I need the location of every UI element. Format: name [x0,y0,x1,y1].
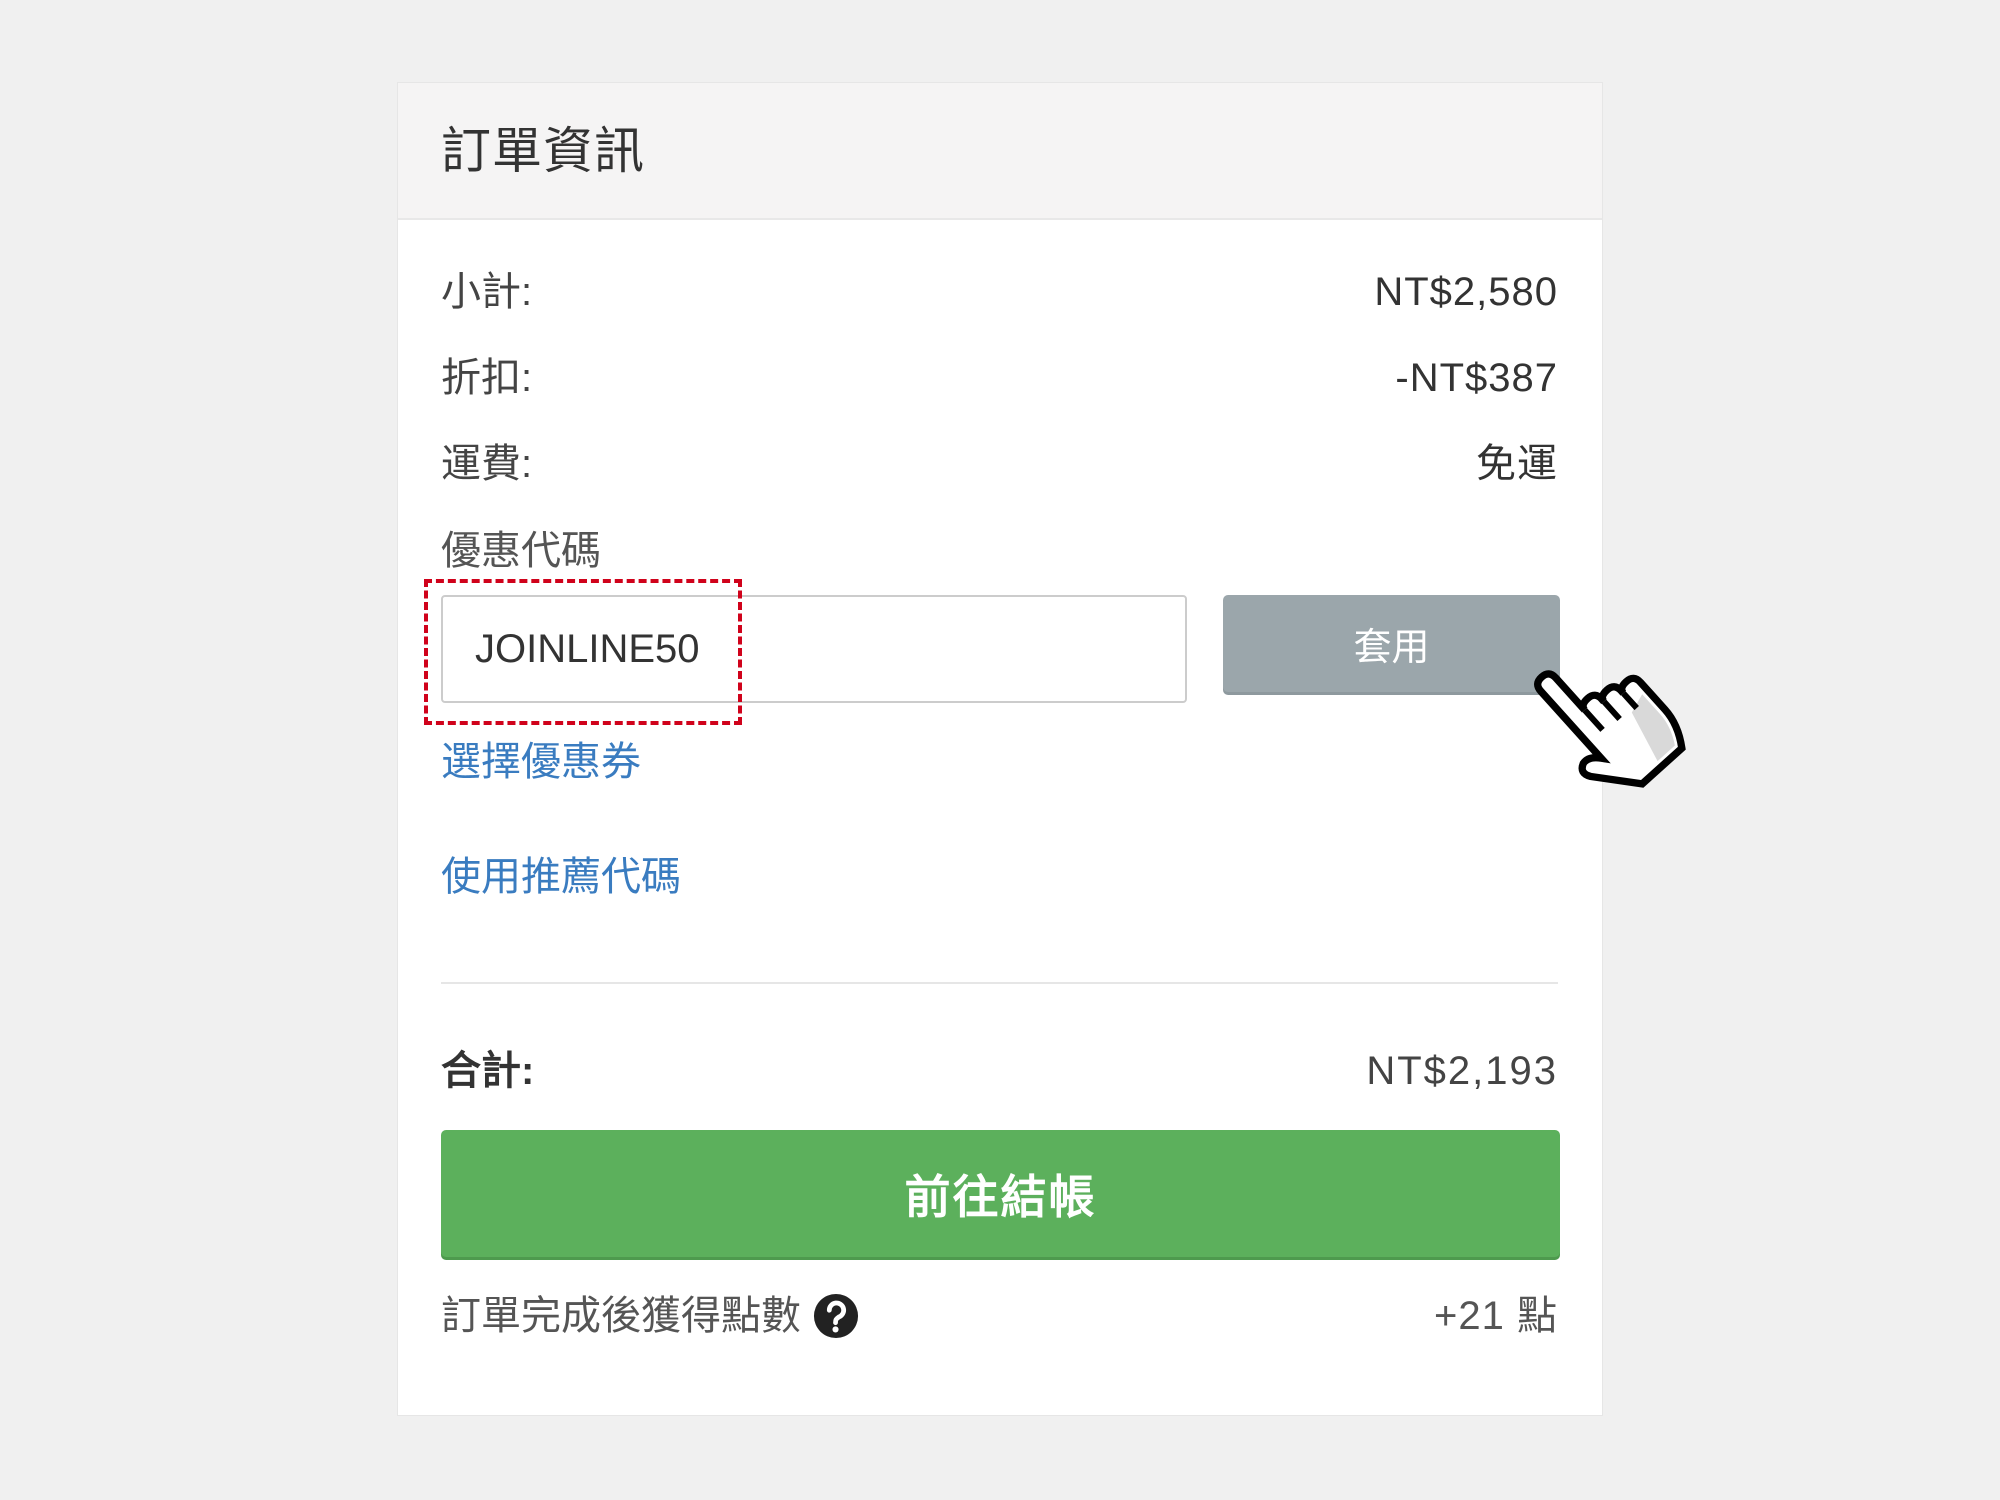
subtotal-row: 小計: NT$2,580 [441,262,1558,322]
order-summary-card: 訂單資訊 小計: NT$2,580 折扣: -NT$387 運費: 免運 優惠代… [397,82,1603,1416]
coupon-code-input[interactable] [441,595,1187,703]
total-value: NT$2,193 [1366,1049,1558,1093]
discount-row: 折扣: -NT$387 [441,348,1558,408]
select-coupon-link[interactable]: 選擇優惠券 [441,732,641,792]
apply-coupon-button[interactable]: 套用 [1223,595,1560,692]
discount-label: 折扣: [441,356,533,400]
subtotal-value: NT$2,580 [1374,270,1558,314]
subtotal-label: 小計: [441,270,533,314]
divider [441,982,1558,984]
discount-value: -NT$387 [1395,356,1558,400]
total-row: 合計: NT$2,193 [441,1041,1558,1101]
shipping-value: 免運 [1476,442,1558,486]
reward-points-label-group: 訂單完成後獲得點數 [441,1286,859,1346]
reward-points-label: 訂單完成後獲得點數 [441,1294,801,1338]
coupon-code-label: 優惠代碼 [441,529,601,573]
referral-code-link[interactable]: 使用推薦代碼 [441,847,681,907]
card-header: 訂單資訊 [398,83,1602,220]
total-label: 合計: [441,1049,535,1093]
reward-points-value: +21 點 [1434,1294,1558,1338]
shipping-label: 運費: [441,442,533,486]
reward-points-row: 訂單完成後獲得點數 +21 點 [441,1286,1558,1346]
page-title: 訂單資訊 [441,123,645,179]
checkout-button[interactable]: 前往結帳 [441,1130,1560,1257]
question-circle-icon[interactable] [813,1293,859,1339]
shipping-row: 運費: 免運 [441,434,1558,494]
